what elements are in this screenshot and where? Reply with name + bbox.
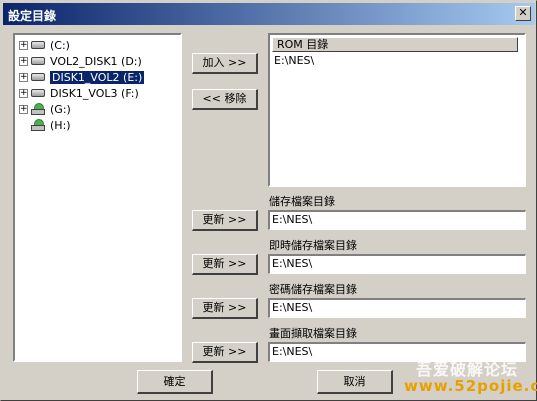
tree-item[interactable]: + DISK1_VOL2 (E:) [19, 69, 146, 85]
expand-icon[interactable]: + [19, 40, 28, 50]
expand-icon[interactable]: + [19, 104, 28, 114]
close-button[interactable]: ✕ [515, 6, 531, 21]
tree-item[interactable]: (H:) [19, 117, 71, 133]
ok-button[interactable]: 確定 [137, 370, 213, 394]
directory-path-field[interactable]: E:\NES\ [268, 298, 526, 318]
hard-drive-icon [31, 89, 45, 97]
directory-label: 畫面擷取檔案目錄 [269, 327, 357, 340]
tree-item[interactable]: + (G:) [19, 101, 71, 117]
drive-tree[interactable]: + (C:) + VOL2_DISK1 (D:) + DISK1_VOL2 (E:) + DI… [13, 33, 182, 362]
tree-item-label: (G:) [50, 102, 71, 116]
directory-path-field[interactable]: E:\NES\ [268, 210, 526, 230]
hard-drive-icon [31, 73, 45, 81]
window-title: 設定目錄 [8, 9, 57, 23]
rom-list-item[interactable]: E:\NES\ [274, 54, 314, 68]
tree-item[interactable]: + (C:) [19, 37, 70, 53]
hard-drive-icon [31, 57, 45, 65]
cdrom-drive-icon [31, 103, 45, 115]
set-directory-dialog: 設定目錄 ✕ + (C:) + VOL2_DISK1 (D:) + DISK1_VOL2 … [0, 0, 537, 401]
add-button[interactable]: 加入 >> [192, 53, 258, 74]
directory-label: 儲存檔案目錄 [269, 195, 335, 208]
rom-list-header[interactable]: ROM 目錄 [272, 37, 518, 52]
hard-drive-icon [31, 41, 45, 49]
close-icon: ✕ [518, 6, 528, 19]
update-button[interactable]: 更新 >> [192, 298, 258, 319]
tree-item-label: (H:) [50, 118, 71, 132]
tree-item[interactable]: + VOL2_DISK1 (D:) [19, 53, 142, 69]
expand-icon[interactable]: + [19, 56, 28, 66]
update-button[interactable]: 更新 >> [192, 210, 258, 231]
title-bar[interactable]: 設定目錄 ✕ [3, 3, 535, 25]
update-button[interactable]: 更新 >> [192, 254, 258, 275]
remove-button[interactable]: << 移除 [192, 89, 258, 110]
directory-label: 密碼儲存檔案目錄 [269, 283, 357, 296]
overlay-text-line2: www.52pojie.cn [404, 377, 537, 395]
expand-icon[interactable]: + [19, 88, 28, 98]
rom-directory-list[interactable]: ROM 目錄 E:\NES\ [268, 33, 526, 187]
expand-icon[interactable]: + [19, 72, 28, 82]
tree-item[interactable]: + DISK1_VOL3 (F:) [19, 85, 139, 101]
directory-path-field[interactable]: E:\NES\ [268, 254, 526, 274]
tree-item-label: DISK1_VOL2 (E:) [48, 69, 146, 85]
directory-label: 即時儲存檔案目錄 [269, 239, 357, 252]
cdrom-drive-icon [31, 119, 45, 131]
cancel-button[interactable]: 取消 [317, 370, 393, 394]
tree-item-label: DISK1_VOL3 (F:) [50, 86, 139, 100]
tree-item-label: (C:) [50, 38, 70, 52]
update-button[interactable]: 更新 >> [192, 342, 258, 363]
tree-item-label: VOL2_DISK1 (D:) [50, 54, 142, 68]
